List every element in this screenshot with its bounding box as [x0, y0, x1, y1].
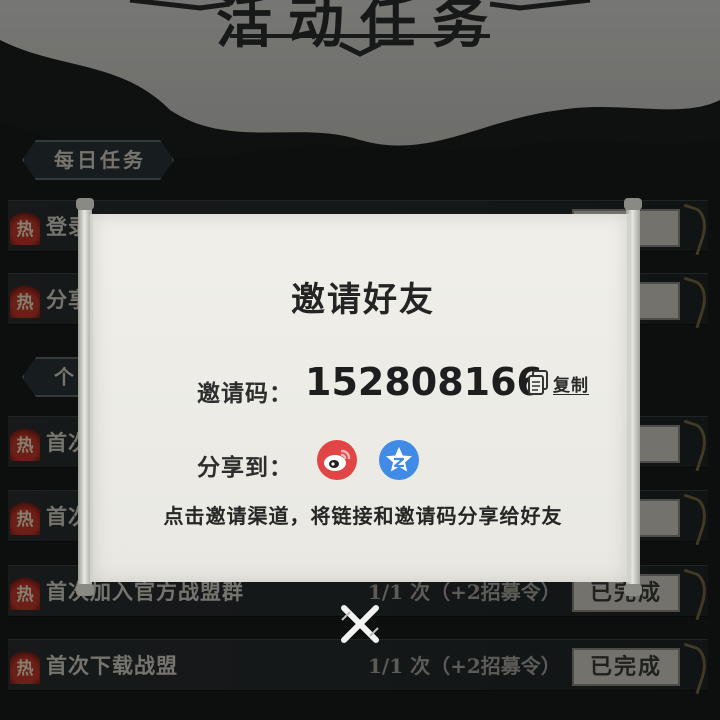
- qzone-star-icon: [386, 447, 412, 472]
- invite-code-label: 邀请码：: [197, 380, 293, 407]
- invite-code-value: 152808166: [305, 360, 543, 404]
- close-icon[interactable]: [336, 600, 384, 648]
- dialog-title: 邀请好友: [291, 280, 435, 320]
- share-label: 分享到：: [197, 454, 293, 481]
- invite-friends-dialog: 邀请好友 邀请码： 152808166 复制 分享到： 点击邀请渠道，将链接和邀…: [90, 214, 630, 582]
- share-qzone-button[interactable]: [379, 440, 419, 480]
- copy-label: 复制: [553, 375, 589, 396]
- share-hint-text: 点击邀请渠道，将链接和邀请码分享给好友: [163, 504, 563, 528]
- copy-icon: [528, 370, 548, 395]
- share-weibo-button[interactable]: [317, 440, 357, 480]
- copy-button[interactable]: 复制: [527, 368, 589, 398]
- weibo-icon: [324, 449, 351, 471]
